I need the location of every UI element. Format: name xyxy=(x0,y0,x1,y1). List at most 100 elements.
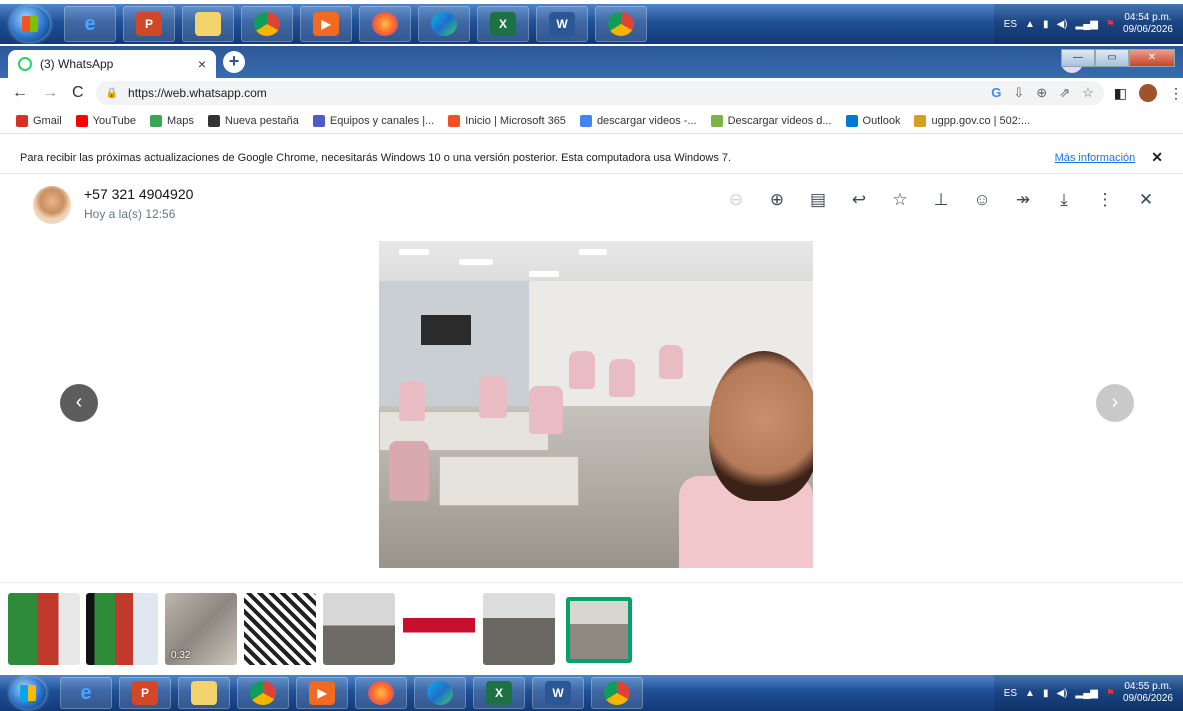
bookmark-item[interactable]: Outlook xyxy=(845,114,900,127)
volume-icon[interactable]: ◀) xyxy=(1056,19,1067,30)
tray-expand-icon[interactable]: ▲ xyxy=(1025,688,1035,699)
previous-media-button[interactable]: ‹ xyxy=(60,384,98,422)
explorer-app[interactable] xyxy=(182,6,234,42)
forward-icon[interactable]: ↠ xyxy=(1008,190,1038,210)
more-icon[interactable]: ⋮ xyxy=(1090,190,1120,210)
word-app[interactable]: W xyxy=(536,6,588,42)
tray-expand-icon[interactable]: ▲ xyxy=(1025,19,1035,30)
menu-icon[interactable]: ⋮ xyxy=(1169,85,1183,102)
bookmark-item[interactable]: descargar videos -... xyxy=(579,114,697,127)
edge-icon xyxy=(431,12,457,36)
bookmark-item[interactable]: Maps xyxy=(149,114,194,127)
remote-app[interactable] xyxy=(595,6,647,42)
media-thumbnail[interactable] xyxy=(323,593,395,665)
infobar-message: Para recibir las próximas actualizacione… xyxy=(20,151,732,164)
install-icon[interactable]: ⇩ xyxy=(1013,85,1024,101)
zoom-in-icon[interactable]: ⊕ xyxy=(762,190,792,210)
bookmark-item[interactable]: Gmail xyxy=(16,114,62,127)
media-thumbnail[interactable] xyxy=(483,593,555,665)
explorer-app[interactable] xyxy=(178,677,230,709)
maximize-button[interactable]: ▭ xyxy=(1095,49,1129,67)
url-text[interactable]: https://web.whatsapp.com xyxy=(128,86,267,100)
omnibox[interactable]: 🔒 https://web.whatsapp.com G ⇩ ⊕ ⇗ ☆ xyxy=(95,81,1104,105)
signal-icon[interactable]: ▂▄▆ xyxy=(1076,688,1098,699)
excel-app[interactable]: X xyxy=(473,677,525,709)
ie-app[interactable]: e xyxy=(60,677,112,709)
emoji-icon[interactable]: ☺ xyxy=(967,190,997,210)
word-app[interactable]: W xyxy=(532,677,584,709)
reload-icon[interactable]: C xyxy=(72,84,84,102)
sidepanel-icon[interactable]: ◧ xyxy=(1114,85,1127,102)
photo-face xyxy=(709,351,813,501)
bookmark-item[interactable]: Nueva pestaña xyxy=(207,114,299,127)
download-icon[interactable]: ⤓ xyxy=(1049,190,1079,210)
minimize-button[interactable]: — xyxy=(1061,49,1095,67)
powerpoint-app[interactable]: P xyxy=(123,6,175,42)
network-icon[interactable]: ▮ xyxy=(1043,688,1049,699)
signal-icon[interactable]: ▂▄▆ xyxy=(1076,19,1098,30)
excel-app[interactable]: X xyxy=(477,6,529,42)
infobar-close-icon[interactable]: ✕ xyxy=(1151,149,1163,166)
powerpoint-app[interactable]: P xyxy=(119,677,171,709)
firefox-app[interactable] xyxy=(355,677,407,709)
profile-avatar[interactable] xyxy=(1139,84,1157,102)
media-app[interactable]: ▶ xyxy=(296,677,348,709)
caption-icon[interactable]: ▤ xyxy=(803,190,833,210)
zoom-icon[interactable]: ⊕ xyxy=(1036,85,1047,101)
pin-icon[interactable]: ⊥ xyxy=(926,190,956,210)
tab-close-icon[interactable]: × xyxy=(198,56,206,72)
network-icon[interactable]: ▮ xyxy=(1043,19,1049,30)
bookmark-item[interactable]: YouTube xyxy=(75,114,136,127)
window-close-button[interactable]: ✕ xyxy=(1129,49,1175,67)
chrome-app[interactable] xyxy=(241,6,293,42)
volume-icon[interactable]: ◀) xyxy=(1056,688,1067,699)
ie-app[interactable]: e xyxy=(64,6,116,42)
new-tab-button[interactable]: + xyxy=(223,51,245,73)
media-thumbnail[interactable] xyxy=(403,593,475,665)
edge-app[interactable] xyxy=(414,677,466,709)
bookmark-label: Gmail xyxy=(33,114,62,127)
folder-icon xyxy=(191,681,217,705)
media-thumbnail[interactable] xyxy=(8,593,80,665)
start-button[interactable] xyxy=(10,677,46,709)
internet-explorer-icon: e xyxy=(84,12,96,35)
media-image[interactable] xyxy=(379,241,813,568)
sender-avatar[interactable] xyxy=(33,186,71,224)
bookmark-item[interactable]: Descargar videos d... xyxy=(710,114,832,127)
next-media-button[interactable]: › xyxy=(1096,384,1134,422)
lock-icon[interactable]: 🔒 xyxy=(106,88,118,99)
share-icon[interactable]: ⇗ xyxy=(1059,85,1070,101)
media-thumbnail-selected[interactable] xyxy=(566,597,632,663)
whatsapp-icon xyxy=(18,57,32,71)
chrome-app[interactable] xyxy=(237,677,289,709)
start-button[interactable] xyxy=(10,6,50,42)
language-indicator[interactable]: ES xyxy=(1004,19,1017,30)
bookmark-item[interactable]: Inicio | Microsoft 365 xyxy=(448,114,566,127)
edge-app[interactable] xyxy=(418,6,470,42)
more-info-link[interactable]: Más información xyxy=(1055,152,1136,164)
bookmark-item[interactable]: ugpp.gov.co | 502:... xyxy=(914,114,1030,127)
google-icon[interactable]: G xyxy=(991,85,1001,101)
bookmark-star-icon[interactable]: ☆ xyxy=(1082,85,1094,101)
language-indicator[interactable]: ES xyxy=(1004,688,1017,699)
clock[interactable]: 04:54 p.m. 09/06/2026 xyxy=(1123,12,1173,36)
sender-name[interactable]: +57 321 4904920 xyxy=(84,186,193,202)
forward-nav-icon[interactable]: → xyxy=(42,84,58,102)
flag-icon[interactable]: ⚑ xyxy=(1106,688,1115,699)
back-icon[interactable]: ← xyxy=(12,84,28,102)
firefox-app[interactable] xyxy=(359,6,411,42)
bookmark-item[interactable]: Equipos y canales |... xyxy=(312,114,434,127)
star-icon[interactable]: ☆ xyxy=(885,190,915,210)
tab-whatsapp[interactable]: (3) WhatsApp × xyxy=(8,50,216,78)
media-thumbnail[interactable] xyxy=(244,593,316,665)
media-thumbnail-video[interactable]: 0:32 xyxy=(165,593,237,665)
clock[interactable]: 04:55 p.m. 09/06/2026 xyxy=(1123,681,1173,705)
bookmark-favicon-icon xyxy=(448,114,461,127)
media-app[interactable]: ▶ xyxy=(300,6,352,42)
remote-app[interactable] xyxy=(591,677,643,709)
media-thumbnail[interactable] xyxy=(86,593,158,665)
reply-icon[interactable]: ↩ xyxy=(844,190,874,210)
flag-icon[interactable]: ⚑ xyxy=(1106,19,1115,30)
close-icon[interactable]: ✕ xyxy=(1131,190,1161,210)
bookmark-label: Maps xyxy=(166,114,194,127)
